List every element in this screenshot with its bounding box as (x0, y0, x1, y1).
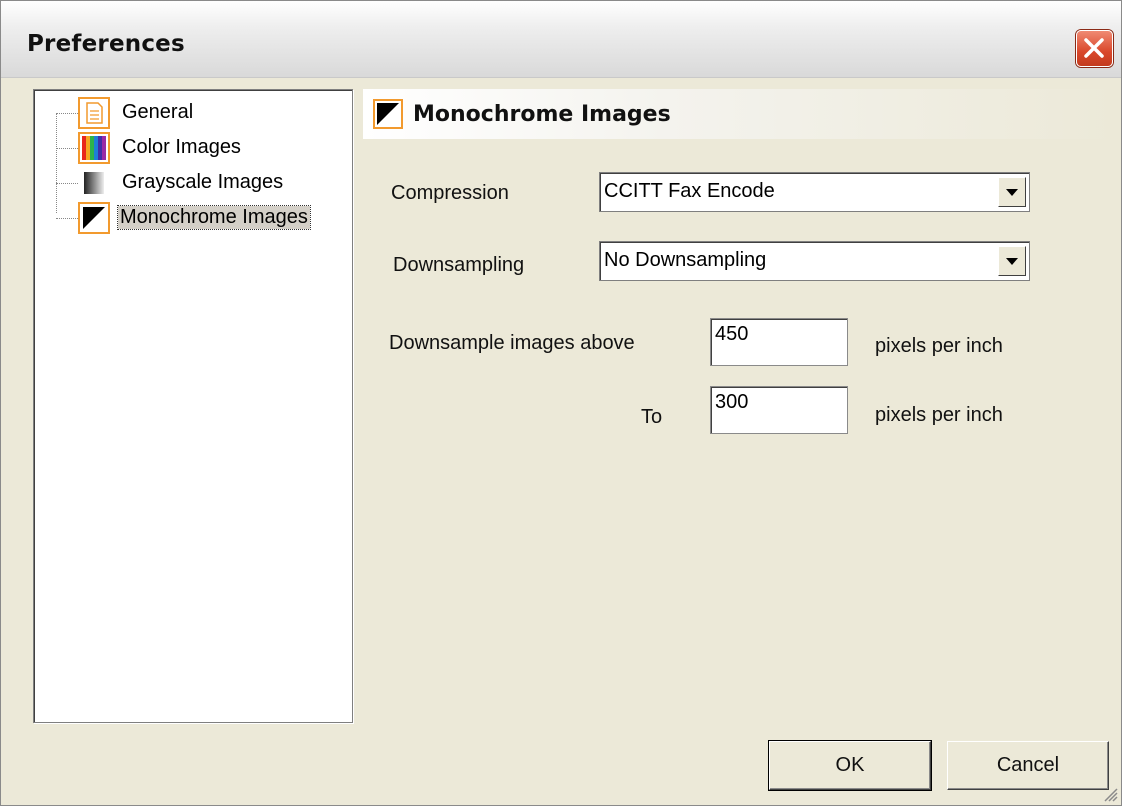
tree-item-label: Grayscale Images (122, 171, 284, 193)
window-title: Preferences (27, 31, 185, 57)
panel-header: Monochrome Images (363, 89, 1117, 139)
close-icon (1084, 38, 1104, 58)
ok-button[interactable]: OK (768, 740, 932, 791)
monochrome-images-icon (373, 99, 403, 129)
downsample-above-unit: pixels per inch (875, 335, 1003, 357)
downsampling-select[interactable]: No Downsampling (599, 241, 1030, 281)
grayscale-images-icon (78, 167, 110, 199)
general-page-icon (78, 97, 110, 129)
compression-dropdown-button[interactable] (998, 177, 1026, 207)
downsample-above-label: Downsample images above (389, 332, 635, 354)
tree-connector (56, 113, 57, 213)
panel-title: Monochrome Images (413, 102, 671, 127)
chevron-down-icon (1006, 258, 1018, 265)
close-button[interactable] (1076, 30, 1113, 67)
compression-label: Compression (391, 182, 509, 204)
cancel-button[interactable]: Cancel (947, 741, 1109, 790)
downsampling-label: Downsampling (393, 254, 525, 276)
compression-value: CCITT Fax Encode (604, 180, 775, 202)
downsample-above-input[interactable]: 450 (710, 318, 848, 366)
resize-grip-icon[interactable] (1102, 786, 1118, 802)
downsample-to-input[interactable]: 300 (710, 386, 848, 434)
tree-item-label-selected: Monochrome Images (117, 205, 311, 230)
tree-item-label: Color Images (122, 136, 241, 158)
chevron-down-icon (1006, 189, 1018, 196)
downsampling-dropdown-button[interactable] (998, 246, 1026, 276)
title-bar[interactable]: Preferences (1, 1, 1121, 78)
color-images-icon (78, 132, 110, 164)
tree-item-label: General (122, 101, 194, 123)
compression-select[interactable]: CCITT Fax Encode (599, 172, 1030, 212)
preferences-dialog: Preferences General Color Images Graysca… (0, 0, 1122, 806)
category-tree[interactable]: General Color Images Grayscale Images Mo… (33, 89, 353, 723)
downsample-to-label: To (641, 406, 663, 428)
downsample-to-unit: pixels per inch (875, 404, 1003, 426)
downsampling-value: No Downsampling (604, 249, 767, 271)
monochrome-images-icon (78, 202, 110, 234)
